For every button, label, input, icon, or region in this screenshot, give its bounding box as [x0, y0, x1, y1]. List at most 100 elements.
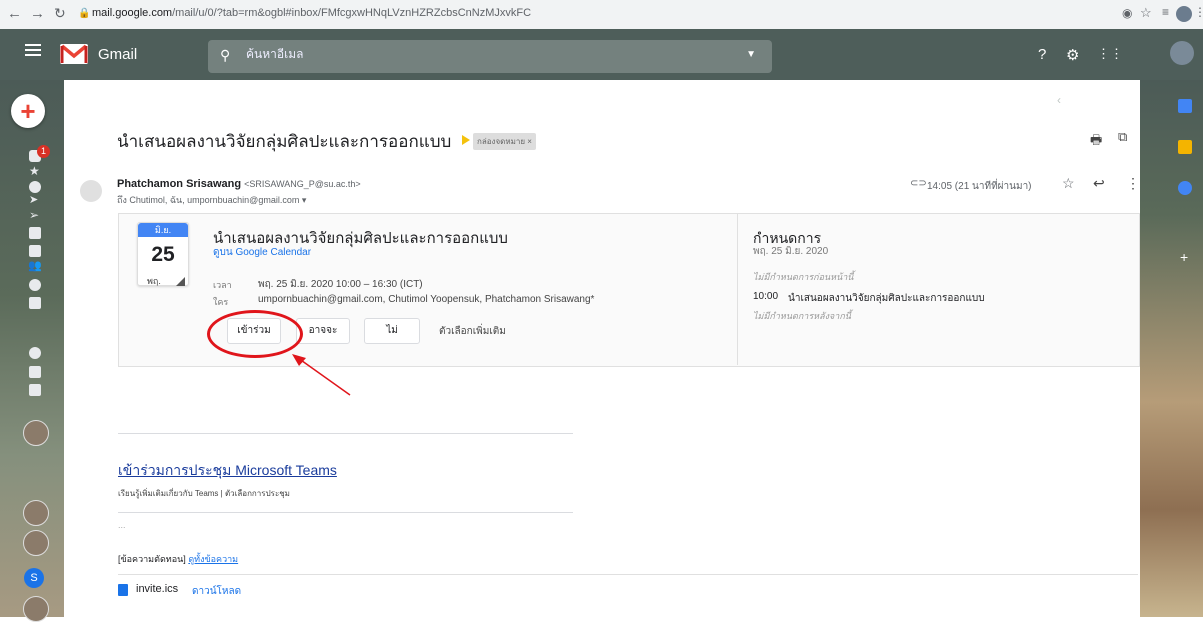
inbox-label-chip[interactable]: กล่องจดหมาย ×: [473, 133, 536, 150]
apps-grid-icon[interactable]: ⋮⋮: [1097, 46, 1123, 62]
keep-panel-icon[interactable]: [1178, 140, 1192, 154]
snooze-icon[interactable]: ◔: [240, 93, 247, 107]
delete-icon[interactable]: ▮: [178, 93, 185, 107]
info-icon[interactable]: [29, 279, 41, 291]
search-input[interactable]: [244, 46, 728, 62]
rsvp-maybe-button[interactable]: อาจจะ: [296, 318, 350, 344]
attachment-filename[interactable]: invite.ics: [136, 583, 178, 595]
browser-menu-icon[interactable]: ⋮: [1194, 5, 1203, 19]
tasks-panel-icon[interactable]: [1178, 181, 1192, 195]
recipients-line[interactable]: ถึง Chutimol, ฉัน, umpornbuachin@gmail.c…: [117, 193, 306, 207]
address-bar[interactable]: mail.google.com/mail/u/0/?tab=rm&ogbl#in…: [92, 7, 531, 19]
view-entire-message-link[interactable]: ดูทั้งข้อความ: [188, 554, 238, 564]
bookmark-star-icon[interactable]: ☆: [1140, 5, 1152, 21]
sent-icon[interactable]: ➢: [29, 208, 39, 222]
important-icon[interactable]: ➤: [29, 193, 38, 206]
agenda-none-after: ไม่มีกำหนดการหลังจากนี้: [753, 311, 851, 321]
labels-icon[interactable]: [29, 245, 41, 257]
reload-icon[interactable]: ↻: [54, 5, 66, 22]
help-icon[interactable]: ?: [1038, 46, 1046, 63]
theme-background-right: [1140, 80, 1203, 617]
annotation-arrow-icon: [292, 354, 351, 396]
compose-button[interactable]: +: [11, 94, 45, 128]
calendar-day: 25: [151, 243, 175, 266]
mark-unread-icon[interactable]: ✉: [210, 93, 220, 107]
video-icon[interactable]: [29, 366, 41, 378]
teams-learn-more-link[interactable]: เรียนรู้เพิ่มเติมเกี่ยวกับ Teams | ตัวเล…: [118, 487, 290, 500]
back-to-inbox-icon[interactable]: ←: [79, 93, 93, 109]
file-icon: [118, 584, 128, 596]
add-on-plus-icon[interactable]: +: [1180, 249, 1188, 265]
chat-contact-avatar[interactable]: [23, 530, 49, 556]
sender-email: <SRISAWANG_P@su.ac.th>: [244, 179, 361, 189]
main-menu-icon[interactable]: [25, 44, 41, 56]
agenda-none-before: ไม่มีกำหนดการก่อนหน้านี้: [753, 272, 854, 282]
chat-contact-avatar[interactable]: [23, 500, 49, 526]
separator-line: [118, 433, 573, 434]
chat-contact-avatar[interactable]: [23, 596, 49, 622]
calendar-panel-icon[interactable]: [1178, 99, 1192, 113]
print-icon[interactable]: 🖶: [1090, 131, 1102, 153]
more-actions-icon[interactable]: ⋮: [365, 93, 377, 107]
url-host: mail.google.com: [92, 7, 173, 19]
important-marker-icon[interactable]: [462, 135, 470, 145]
move-to-icon[interactable]: ▭: [303, 93, 314, 107]
newer-chevron-icon[interactable]: ‹: [1057, 93, 1061, 107]
teams-join-link[interactable]: เข้าร่วมการประชุม Microsoft Teams: [118, 460, 337, 482]
calendar-fold-icon: [176, 277, 185, 286]
chat-icon[interactable]: [29, 297, 41, 309]
calendar-month: มิ.ย.: [138, 223, 188, 237]
star-icon[interactable]: ☆: [1062, 175, 1075, 192]
email-subject: นำเสนอผลงานวิจัยกลุ่มศิลปะและการออกแบบ: [117, 132, 452, 151]
unread-badge: 1: [37, 145, 50, 158]
rsvp-no-button[interactable]: ไม่: [364, 318, 420, 344]
attachment-divider: [118, 574, 1138, 575]
report-spam-icon[interactable]: ●: [150, 93, 157, 107]
keyboard-icon[interactable]: [29, 384, 41, 396]
search-bar: ⚲ ▼: [208, 40, 772, 73]
labels-icon[interactable]: ➤: [332, 93, 342, 107]
archive-icon[interactable]: ▣: [121, 93, 132, 107]
search-options-icon[interactable]: ▼: [746, 49, 756, 60]
agenda-event-title[interactable]: นำเสนอผลงานวิจัยกลุ่มศิลปะและการออกแบบ: [788, 291, 985, 306]
forward-icon[interactable]: →: [30, 5, 45, 22]
hangouts-icon[interactable]: [29, 347, 41, 359]
view-on-calendar-link[interactable]: ดูบน Google Calendar: [213, 245, 311, 260]
invite-divider: [737, 213, 738, 365]
lock-icon: 🔒: [78, 8, 91, 19]
settings-gear-icon[interactable]: ⚙: [1066, 46, 1079, 64]
sender-name: Phatchamon Srisawang: [117, 178, 242, 190]
reading-list-icon[interactable]: ≡: [1162, 5, 1169, 19]
profile-avatar[interactable]: [1176, 6, 1192, 22]
chat-contact-avatar[interactable]: [23, 420, 49, 446]
who-value: umpornbuachin@gmail.com, Chutimol Yoopen…: [258, 294, 595, 305]
input-tools-icon[interactable]: ▬▾: [1103, 93, 1121, 107]
account-avatar[interactable]: [1170, 41, 1194, 65]
back-icon[interactable]: ←: [7, 5, 22, 22]
sender-line: Phatchamon Srisawang <SRISAWANG_P@su.ac.…: [117, 178, 361, 190]
open-new-window-icon[interactable]: ⧉: [1118, 129, 1127, 145]
more-options-icon[interactable]: ⋮: [1126, 175, 1140, 192]
clipped-label: [ข้อความตัดทอน]: [118, 554, 186, 564]
starred-icon[interactable]: ★: [29, 164, 40, 178]
search-icon[interactable]: ⚲: [220, 47, 230, 64]
attachment-indicator-icon: ⊂⊃: [910, 178, 927, 189]
older-chevron-icon[interactable]: ›: [1083, 93, 1087, 107]
download-link[interactable]: ดาวน์โหลด: [192, 584, 241, 599]
drafts-icon[interactable]: [29, 227, 41, 239]
pagination-info: 1 จาก 5,316: [985, 103, 1034, 113]
separator-line: [118, 512, 573, 513]
reply-icon[interactable]: ↩: [1093, 175, 1105, 192]
chat-contact-avatar[interactable]: S: [24, 568, 44, 588]
extension-icon[interactable]: ◉: [1122, 6, 1132, 20]
gmail-logo-icon[interactable]: [59, 43, 89, 65]
contacts-icon[interactable]: 👥: [28, 259, 42, 272]
clipped-notice: [ข้อความตัดทอน] ดูทั้งข้อความ: [118, 552, 238, 566]
calendar-weekday: พฤ.: [147, 276, 161, 286]
add-to-tasks-icon[interactable]: ✓: [268, 93, 278, 107]
app-name: Gmail: [98, 46, 138, 63]
snoozed-icon[interactable]: [29, 181, 41, 193]
trimmed-content-dots[interactable]: ...: [118, 520, 126, 530]
who-label: ใคร: [213, 297, 229, 307]
more-options-link[interactable]: ตัวเลือกเพิ่มเติม: [439, 324, 506, 339]
